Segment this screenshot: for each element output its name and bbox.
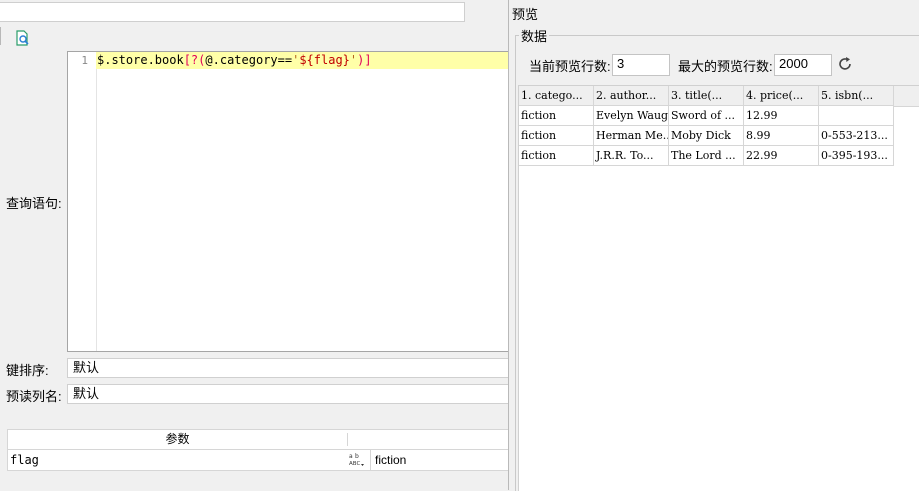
params-header-divider — [347, 433, 348, 446]
grid-cell[interactable]: J.R.R. To... — [594, 146, 669, 166]
grid-cell[interactable]: The Lord ... — [669, 146, 744, 166]
param-value-cell[interactable]: fiction — [370, 450, 516, 470]
refresh-icon[interactable] — [836, 55, 854, 73]
preread-cols-label: 预读列名: — [6, 389, 62, 404]
grid-header-cell[interactable]: 3. title(... — [669, 86, 744, 106]
svg-text:b: b — [355, 453, 359, 460]
key-sort-label: 键排序: — [6, 363, 49, 378]
grid-cell[interactable]: Moby Dick — [669, 126, 744, 146]
code-token: ${flag} — [299, 53, 350, 67]
param-name-cell[interactable]: flag — [10, 450, 39, 470]
grid-cell[interactable]: 0-395-193... — [819, 146, 894, 166]
svg-text:ABC: ABC — [349, 461, 360, 467]
code-token: @.category== — [205, 53, 293, 67]
line-number: 1 — [81, 54, 88, 67]
max-rows-label: 最大的预览行数: — [678, 59, 773, 74]
current-rows-input[interactable]: 3 — [612, 54, 670, 76]
grid-cell[interactable]: 22.99 — [744, 146, 819, 166]
abc-type-icon[interactable]: a b ABC — [348, 452, 368, 468]
code-token: $.store.book — [97, 53, 184, 67]
grid-cell[interactable]: Herman Me... — [594, 126, 669, 146]
preview-panel: 预览 数据 当前预览行数: 3 最大的预览行数: 2000 1. catego.… — [508, 0, 919, 491]
key-sort-field[interactable]: 默认 — [67, 358, 510, 378]
toolbar-separator — [0, 27, 2, 45]
grid-cell[interactable]: fiction — [519, 106, 594, 126]
grid-header-cell[interactable]: 1. catego... — [519, 86, 594, 106]
preread-cols-field[interactable]: 默认 — [67, 384, 510, 404]
preview-search-icon[interactable] — [14, 29, 32, 47]
query-label: 查询语句: — [6, 196, 62, 211]
grid-header-cell[interactable]: 4. price(... — [744, 86, 819, 106]
preview-data-grid[interactable]: 1. catego... 2. author... 3. title(... 4. p… — [518, 85, 919, 491]
preview-title: 预览 — [512, 7, 539, 22]
grid-cell[interactable]: 0-553-213... — [819, 126, 894, 146]
params-table: 参数 flag a b ABC fiction — [7, 429, 510, 471]
grid-cell[interactable]: Sword of ... — [669, 106, 744, 126]
grid-cell[interactable]: fiction — [519, 126, 594, 146]
max-rows-input[interactable]: 2000 — [774, 54, 832, 76]
code-line[interactable]: $.store.book[?(@.category=='${flag}')] — [96, 52, 509, 69]
grid-cell[interactable]: Evelyn Waugh — [594, 106, 669, 126]
editor-gutter: 1 — [68, 52, 97, 351]
grid-cell[interactable]: 12.99 — [744, 106, 819, 126]
svg-text:a: a — [349, 453, 353, 460]
current-rows-label: 当前预览行数: — [529, 59, 611, 74]
code-token: [?( — [183, 53, 206, 67]
grid-cell[interactable]: 8.99 — [744, 126, 819, 146]
grid-cell[interactable] — [819, 106, 894, 126]
params-header: 参数 — [165, 432, 190, 446]
grid-header-cell[interactable]: 2. author... — [594, 86, 669, 106]
grid-cell[interactable]: fiction — [519, 146, 594, 166]
query-editor[interactable]: 1 $.store.book[?(@.category=='${flag}')] — [67, 51, 510, 352]
code-token: )] — [357, 53, 372, 67]
grid-header-cell[interactable]: 5. isbn(... — [819, 86, 894, 106]
data-group-title: 数据 — [519, 26, 550, 45]
top-input-bar[interactable] — [0, 2, 465, 22]
params-header-row: 参数 — [8, 430, 510, 450]
grid-header-filler — [894, 86, 919, 107]
